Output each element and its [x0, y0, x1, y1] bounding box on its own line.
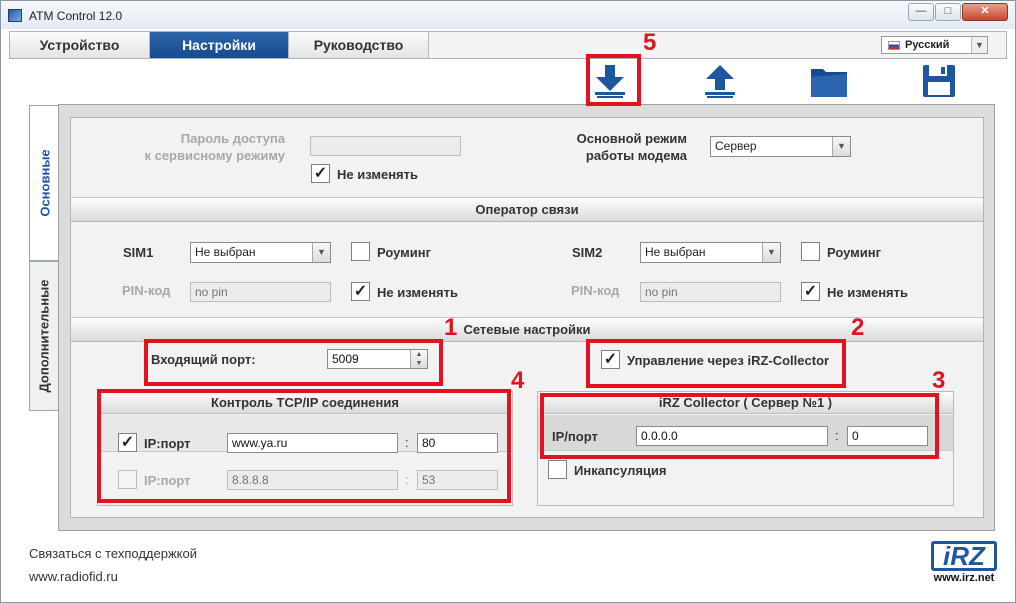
tcp-row-1-ip-input[interactable]	[227, 433, 398, 453]
annotation-number-2: 2	[851, 314, 865, 341]
site-link[interactable]: www.radiofid.ru	[29, 569, 118, 584]
encapsulation-label: Инкапсуляция	[574, 463, 667, 478]
irz-logo: iRZ www.irz.net	[931, 541, 997, 585]
language-value: Русский	[905, 39, 950, 51]
collector-port-input[interactable]	[847, 426, 928, 446]
colon-separator: :	[835, 428, 839, 443]
annotation-number-1: 1	[444, 314, 458, 341]
close-button[interactable]: ✕	[962, 3, 1008, 21]
sim2-pin-label: PIN-код	[571, 283, 620, 298]
language-select[interactable]: Русский ▼	[881, 36, 988, 54]
side-tab-extra-label: Дополнительные	[36, 279, 52, 393]
tcp-row-2-ip-input[interactable]	[227, 470, 398, 490]
support-link[interactable]: Связаться с техподдержкой	[29, 546, 197, 561]
sim1-no-change-label: Не изменять	[377, 285, 459, 300]
tcp-control-header: Контроль TCP/IP соединения	[98, 392, 512, 414]
stepper-arrows-icon[interactable]: ▲ ▼	[410, 350, 427, 368]
sim2-label: SIM2	[572, 245, 603, 260]
sim1-roaming-label: Роуминг	[377, 245, 432, 260]
colon-separator: :	[405, 435, 409, 450]
annotation-number-5: 5	[643, 29, 657, 56]
tcp-row-1-checkbox[interactable]: ✓	[118, 433, 137, 452]
tcp-row-2-checkbox[interactable]	[118, 470, 137, 489]
sim2-no-change-checkbox[interactable]: ✓	[801, 282, 820, 301]
sim1-select-value: Не выбран	[195, 245, 256, 259]
upload-icon[interactable]	[700, 63, 740, 99]
password-input[interactable]	[310, 136, 461, 156]
incoming-port-stepper[interactable]: 5009 ▲ ▼	[327, 349, 428, 369]
app-window: ATM Control 12.0 — □ ✕ Устройство Настро…	[0, 0, 1016, 603]
chevron-down-icon: ▼	[312, 243, 330, 262]
side-tab-main[interactable]: Основные	[29, 105, 59, 261]
mode-label: Основной режим	[576, 131, 687, 146]
sim1-no-change-checkbox[interactable]: ✓	[351, 282, 370, 301]
sim2-pin-input[interactable]	[640, 282, 781, 302]
sim2-select[interactable]: Не выбран ▼	[640, 242, 781, 263]
russia-flag-icon	[888, 41, 900, 50]
chevron-down-icon: ▼	[762, 243, 780, 262]
operator-section-header: Оператор связи	[71, 197, 983, 222]
password-label: Пароль доступа	[180, 131, 285, 146]
network-section-header: Сетевые настройки	[71, 317, 983, 342]
annotation-number-3: 3	[932, 367, 946, 394]
collector-control-label: Управление через iRZ-Collector	[627, 353, 830, 368]
collector-group-header: iRZ Collector ( Сервер №1 )	[538, 392, 953, 414]
mode-select-value: Сервер	[715, 139, 757, 153]
minimize-button[interactable]: —	[908, 3, 934, 21]
collector-group: iRZ Collector ( Сервер №1 )	[537, 391, 954, 506]
collector-ip-input[interactable]	[636, 426, 828, 446]
sim1-label: SIM1	[123, 245, 154, 260]
download-icon[interactable]	[590, 63, 630, 99]
mode-label-line2: работы модема	[585, 148, 687, 163]
tcp-row-1-port-input[interactable]	[417, 433, 498, 453]
side-tab-extra[interactable]: Дополнительные	[29, 261, 59, 411]
irz-logo-text: iRZ	[931, 541, 997, 571]
collector-control-checkbox[interactable]: ✓	[601, 350, 620, 369]
password-no-change-checkbox[interactable]: ✓	[311, 164, 330, 183]
sim1-select[interactable]: Не выбран ▼	[190, 242, 331, 263]
sim1-pin-label: PIN-код	[122, 283, 171, 298]
maximize-button[interactable]: □	[935, 3, 961, 21]
collector-ip-label: IP/порт	[552, 429, 598, 444]
folder-icon[interactable]	[809, 63, 849, 99]
main-tab-bar: Устройство Настройки Руководство	[9, 31, 1007, 59]
chevron-down-icon: ▼	[971, 37, 987, 53]
save-icon[interactable]	[919, 63, 959, 99]
mode-select[interactable]: Сервер ▼	[710, 136, 851, 157]
window-title: ATM Control 12.0	[29, 9, 123, 23]
sim2-no-change-label: Не изменять	[827, 285, 909, 300]
incoming-port-value: 5009	[332, 352, 359, 366]
app-icon	[8, 9, 22, 22]
incoming-port-label: Входящий порт:	[151, 352, 256, 367]
chevron-down-icon: ▼	[832, 137, 850, 156]
tcp-row-2-port-input[interactable]	[417, 470, 498, 490]
sim2-roaming-label: Роуминг	[827, 245, 882, 260]
tcp-row-2-label: IP:порт	[144, 473, 191, 488]
password-label-line2: к сервисному режиму	[144, 148, 285, 163]
irz-logo-url: www.irz.net	[933, 572, 995, 584]
sim1-pin-input[interactable]	[190, 282, 331, 302]
sim1-roaming-checkbox[interactable]	[351, 242, 370, 261]
side-tab-main-label: Основные	[37, 149, 52, 217]
sim2-roaming-checkbox[interactable]	[801, 242, 820, 261]
tab-settings[interactable]: Настройки	[150, 32, 289, 58]
title-bar: ATM Control 12.0 — □ ✕	[1, 1, 1015, 29]
encapsulation-checkbox[interactable]	[548, 460, 567, 479]
colon-separator: :	[405, 472, 409, 487]
tcp-row-1-label: IP:порт	[144, 436, 191, 451]
sim2-select-value: Не выбран	[645, 245, 706, 259]
password-no-change-label: Не изменять	[337, 167, 419, 182]
annotation-number-4: 4	[511, 367, 525, 394]
tab-manual[interactable]: Руководство	[289, 32, 429, 58]
tab-device[interactable]: Устройство	[10, 32, 150, 58]
